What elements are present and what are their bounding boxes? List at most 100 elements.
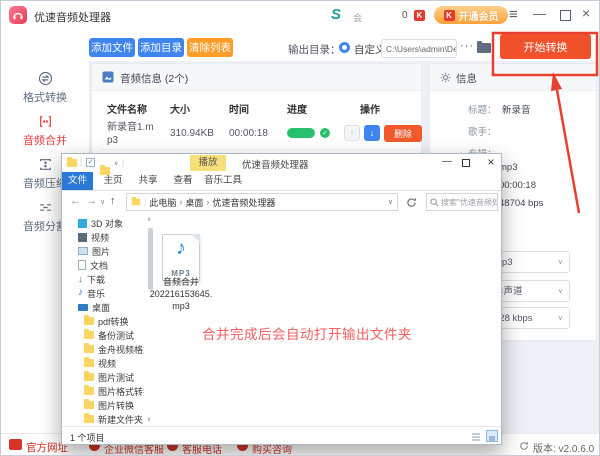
row-divider bbox=[100, 149, 415, 150]
explorer-close-button[interactable]: × bbox=[482, 155, 500, 169]
version-refresh-icon[interactable] bbox=[519, 441, 529, 451]
scroll-down-icon[interactable]: ∨ bbox=[147, 416, 151, 423]
desktop-icon bbox=[78, 303, 88, 311]
progress-done-icon: ✓ bbox=[320, 128, 330, 138]
tree-item-folder[interactable]: pdf转换 bbox=[84, 314, 129, 328]
address-separator: | bbox=[144, 197, 147, 207]
tab-view[interactable]: 查看 bbox=[168, 172, 198, 190]
annotation-note: 合并完成后会自动打开输出文件夹 bbox=[202, 327, 412, 342]
breadcrumb-this-pc[interactable]: 此电脑 bbox=[149, 196, 176, 209]
add-directory-button[interactable]: 添加目录 bbox=[138, 38, 184, 57]
add-file-button[interactable]: 添加文件 bbox=[89, 38, 135, 57]
clear-list-button[interactable]: 清除列表 bbox=[187, 38, 233, 57]
tab-share[interactable]: 共享 bbox=[133, 172, 163, 190]
folder-icon bbox=[84, 371, 94, 381]
delete-button[interactable]: 删除 bbox=[384, 125, 422, 142]
field-value: 新录音 bbox=[502, 105, 531, 116]
folder-icon bbox=[84, 385, 94, 395]
tree-item-folder[interactable]: 图片测试 bbox=[84, 370, 134, 384]
format-convert-icon bbox=[38, 71, 52, 86]
qat-check-icon[interactable]: ✓ bbox=[86, 158, 95, 167]
qat-separator: | bbox=[122, 158, 125, 167]
audio-merge-icon bbox=[39, 116, 51, 127]
tab-file[interactable]: 文件 bbox=[62, 172, 93, 190]
music-note-icon: ♪ bbox=[176, 237, 186, 259]
tab-music-tools[interactable]: 音乐工具 bbox=[200, 172, 246, 190]
minimize-button[interactable]: — bbox=[533, 7, 546, 20]
qat-dropdown-icon[interactable]: ∨ bbox=[114, 160, 118, 167]
explorer-minimize-button[interactable]: — bbox=[438, 156, 456, 167]
open-folder-icon[interactable] bbox=[477, 41, 491, 53]
address-chevron-icon[interactable]: ∨ bbox=[388, 198, 393, 206]
sidebar-item-audio-merge[interactable]: 音频合并 bbox=[1, 114, 89, 152]
info-panel-title: 信息 bbox=[456, 73, 477, 85]
audio-compress-icon bbox=[39, 159, 51, 170]
up-icon[interactable]: ↑ bbox=[110, 195, 116, 207]
refresh-icon[interactable] bbox=[406, 197, 417, 208]
browse-more-button[interactable]: ··· bbox=[460, 40, 474, 52]
chevron-down-icon: ∨ bbox=[557, 288, 563, 295]
audio-info-icon bbox=[102, 71, 114, 83]
documents-icon bbox=[78, 260, 86, 270]
field-value: 00:00:18 bbox=[499, 180, 536, 191]
tree-item-folder[interactable]: 新建文件夹 bbox=[84, 412, 143, 426]
music-icon: ♪ bbox=[78, 287, 83, 298]
field-value: 48704 bps bbox=[499, 198, 544, 209]
tree-item-pictures[interactable]: 图片 bbox=[78, 244, 110, 258]
breadcrumb-current[interactable]: 优速音频处理器 bbox=[212, 196, 275, 209]
start-convert-button[interactable]: 开始转换 bbox=[500, 34, 591, 59]
back-icon[interactable]: ← bbox=[70, 195, 81, 207]
column-progress: 进度 bbox=[287, 105, 307, 116]
tree-item-folder[interactable]: 图片转换 bbox=[84, 398, 134, 412]
thumbnail-view-icon[interactable] bbox=[486, 430, 498, 442]
folder-icon bbox=[84, 329, 94, 339]
tree-item-music[interactable]: ♪ 音乐 bbox=[78, 286, 105, 300]
file-row-name: 新录音1.m p3 bbox=[107, 122, 154, 146]
qat-separator: | bbox=[80, 158, 83, 167]
search-box[interactable]: 搜索"优速音频处理器" bbox=[426, 193, 498, 211]
play-context-tab[interactable]: 播放 bbox=[190, 155, 226, 171]
qat-folder-icon[interactable] bbox=[67, 157, 77, 167]
output-path-input[interactable]: C:\Users\admin\Deskto bbox=[381, 39, 457, 58]
maximize-button[interactable] bbox=[560, 10, 571, 21]
mp3-file-name[interactable]: 音频合并 202216153645. mp3 bbox=[140, 276, 222, 312]
tree-item-folder[interactable]: 备份测试 bbox=[84, 328, 134, 342]
scroll-up-icon[interactable]: ∧ bbox=[147, 216, 151, 223]
menu-icon[interactable]: ≡ bbox=[509, 7, 518, 22]
tree-item-videos[interactable]: 视频 bbox=[78, 230, 109, 244]
folder-icon bbox=[84, 357, 94, 367]
breadcrumb-sep: › bbox=[179, 197, 183, 207]
app-window: 优速音频处理器 S 会 0 K K 开通会员 ≡ — × 添加文件 添加目录 清… bbox=[0, 0, 600, 456]
folder-icon bbox=[84, 315, 94, 325]
column-name: 文件名称 bbox=[107, 105, 147, 116]
close-button[interactable]: × bbox=[582, 6, 590, 20]
brand-s-logo: S bbox=[331, 6, 342, 23]
custom-dir-radio[interactable] bbox=[339, 42, 350, 53]
tree-item-folder[interactable]: 金舟视频格式 bbox=[84, 342, 144, 356]
mp3-file-icon[interactable]: ♪ MP3 bbox=[162, 234, 200, 282]
tree-item-folder[interactable]: 图片格式转换 bbox=[84, 384, 144, 398]
tree-item-downloads[interactable]: ↑ 下载 bbox=[78, 272, 105, 286]
move-down-button[interactable]: ↓ bbox=[364, 125, 380, 141]
website-icon bbox=[9, 439, 22, 450]
tree-item-documents[interactable]: 文档 bbox=[78, 258, 108, 272]
field-label: 歌手： bbox=[468, 127, 497, 138]
app-title: 优速音频处理器 bbox=[34, 12, 111, 24]
field-label: 标题： bbox=[468, 105, 497, 116]
sidebar-item-format-convert[interactable]: 格式转换 bbox=[1, 71, 89, 109]
tab-home[interactable]: 主页 bbox=[98, 172, 128, 190]
pictures-icon bbox=[78, 247, 88, 255]
tree-item-desktop[interactable]: 桌面 bbox=[78, 300, 110, 314]
explorer-maximize-button[interactable] bbox=[462, 159, 470, 167]
history-chevron-icon[interactable]: ∨ bbox=[100, 198, 105, 206]
open-vip-button[interactable]: K 开通会员 bbox=[434, 6, 508, 24]
tree-item-3d-objects[interactable]: 3D 对象 bbox=[78, 216, 123, 230]
address-bar[interactable]: | 此电脑 › 桌面 › 优速音频处理器 ∨ bbox=[126, 193, 398, 211]
item-count: 1 个项目 bbox=[70, 433, 105, 443]
move-up-button[interactable]: ↑ bbox=[344, 125, 360, 141]
forward-icon[interactable]: → bbox=[86, 195, 97, 207]
tree-item-folder[interactable]: 视频 bbox=[84, 356, 116, 370]
output-dir-label: 输出目录： bbox=[288, 44, 341, 56]
details-view-icon[interactable] bbox=[470, 430, 482, 442]
breadcrumb-desktop[interactable]: 桌面 bbox=[185, 196, 203, 209]
